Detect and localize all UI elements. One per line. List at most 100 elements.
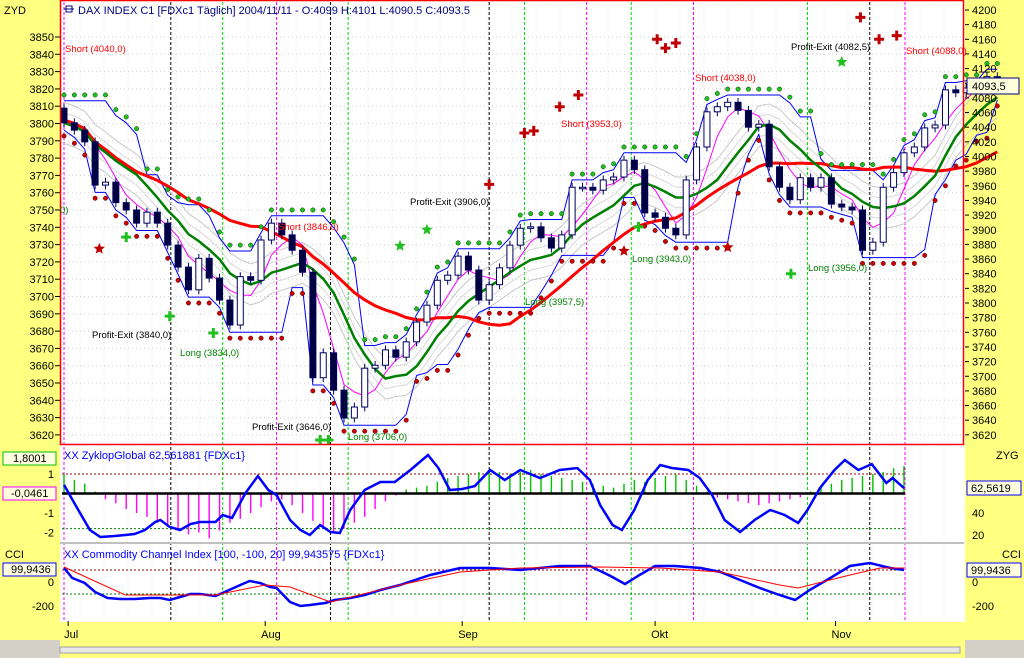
upper-dot	[465, 240, 471, 246]
horizontal-scrollbar[interactable]	[59, 646, 961, 654]
chart-canvas: 3850 3840 3830 3820 3810 3800 3790 3780 3770 3760…	[0, 0, 1024, 658]
upper-dot	[403, 326, 409, 332]
right-axis-tick-label: 3960	[972, 181, 996, 193]
bullish-candle	[620, 159, 628, 178]
lower-dot	[331, 400, 337, 406]
bullish-candle	[506, 244, 514, 269]
signal-label-profit-exit: Profit-Exit (3646,0)	[252, 422, 332, 433]
cci-right-value: 99,9436	[971, 565, 1011, 577]
left-axis-tick-label: 3620	[30, 430, 54, 442]
signal-label-short: Short (3953,0)	[561, 119, 622, 130]
right-axis-tick-label: 3680	[972, 386, 996, 398]
upper-dot	[725, 86, 731, 92]
bearish-candle	[848, 206, 856, 211]
lower-dot	[663, 239, 668, 244]
lower-dot	[424, 375, 430, 381]
left-axis-tick-label: 3630	[30, 413, 54, 425]
bullish-candle	[817, 177, 825, 188]
left-axis-tick-label: 3680	[30, 326, 54, 338]
lower-dot	[891, 260, 897, 266]
lower-dot	[849, 220, 855, 226]
upper-dot	[92, 92, 98, 98]
oscillator-left-tick-label: -2	[44, 528, 54, 540]
upper-dot	[652, 144, 658, 150]
upper-dot	[631, 144, 637, 150]
lower-dot	[497, 310, 502, 316]
upper-dot	[82, 92, 88, 98]
oscillator-mid-value: -0,0461	[11, 488, 48, 500]
upper-dot	[797, 108, 803, 114]
upper-dot	[134, 126, 140, 132]
lower-dot	[206, 300, 212, 306]
oscillator-title: XX ZyklopGlobal 62,561881 {FDXc1}	[64, 450, 245, 462]
lower-dot	[134, 233, 140, 239]
bullish-candle	[423, 304, 431, 323]
upper-dot	[341, 234, 347, 240]
bullish-candle	[257, 239, 265, 281]
right-axis-tick-label: 4040	[972, 122, 996, 134]
lower-dot	[92, 195, 98, 201]
upper-dot	[569, 171, 575, 177]
upper-dot	[808, 108, 814, 114]
lower-dot	[652, 228, 658, 233]
left-axis-tick-label: 3810	[30, 101, 54, 113]
lower-dot	[808, 210, 814, 216]
left-axis-tick-label: 3770	[30, 170, 54, 182]
left-axis-tick-label: 3720	[30, 257, 54, 269]
bearish-candle	[112, 181, 120, 204]
upper-dot	[123, 114, 129, 120]
bearish-candle	[589, 186, 597, 191]
cci-right-tick-label: -200	[972, 601, 994, 613]
bullish-candle	[796, 177, 804, 201]
lower-dot	[569, 258, 575, 264]
lower-dot	[517, 310, 523, 316]
left-axis-tick-label: 3790	[30, 136, 54, 148]
upper-dot	[279, 207, 285, 213]
bearish-candle	[858, 209, 866, 251]
lower-dot	[683, 245, 689, 251]
upper-dot	[393, 334, 399, 340]
bullish-candle	[319, 352, 327, 379]
bearish-candle	[464, 255, 472, 271]
upper-dot	[704, 96, 710, 102]
upper-dot	[600, 164, 606, 170]
oscillator-top-value: 1,8001	[13, 453, 47, 465]
upper-dot	[953, 74, 959, 80]
signal-label-long: Long (3957,5)	[525, 297, 585, 308]
signal-label-short: Short (3846,0)	[278, 222, 339, 233]
bullish-candle	[371, 364, 379, 369]
lower-dot	[154, 233, 160, 239]
bullish-candle	[910, 146, 918, 154]
bearish-candle	[952, 89, 960, 94]
upper-dot	[694, 131, 700, 137]
lower-dot	[828, 214, 834, 220]
bearish-candle	[299, 249, 307, 273]
lower-dot	[756, 137, 762, 143]
bearish-candle	[70, 122, 78, 131]
bearish-candle	[838, 203, 846, 208]
right-axis-tick-label: 4160	[972, 34, 996, 46]
right-axis-tick-label: 3900	[972, 225, 996, 237]
bullish-candle	[381, 349, 389, 366]
upper-dot	[144, 166, 150, 172]
oscillator-right-label: ZYG	[996, 450, 1019, 462]
left-axis-tick-label: 3830	[30, 67, 54, 79]
left-axis-tick-label: 3820	[30, 84, 54, 96]
lower-dot	[787, 210, 793, 216]
bearish-candle	[786, 186, 794, 201]
signal-label-short: Short (4088,0)	[906, 46, 967, 57]
signal-label-long: Long (3956,0)	[808, 263, 868, 274]
right-axis-tick-label: 4200	[972, 5, 996, 17]
right-axis-tick-label: 3860	[972, 254, 996, 266]
upper-dot	[839, 162, 845, 168]
bullish-candle	[931, 124, 939, 129]
cci-left-value: 99,9436	[11, 564, 51, 576]
left-axis-tick-label: 3840	[30, 49, 54, 61]
signal-label-profit-exit: Profit-Exit (4082,5)	[791, 42, 871, 53]
upper-dot	[528, 211, 534, 217]
right-axis-tick-label: 3980	[972, 166, 996, 178]
lower-dot	[922, 252, 928, 258]
right-axis-tick-label: 4060	[972, 108, 996, 120]
upper-dot	[870, 162, 876, 168]
bearish-candle	[630, 159, 638, 171]
